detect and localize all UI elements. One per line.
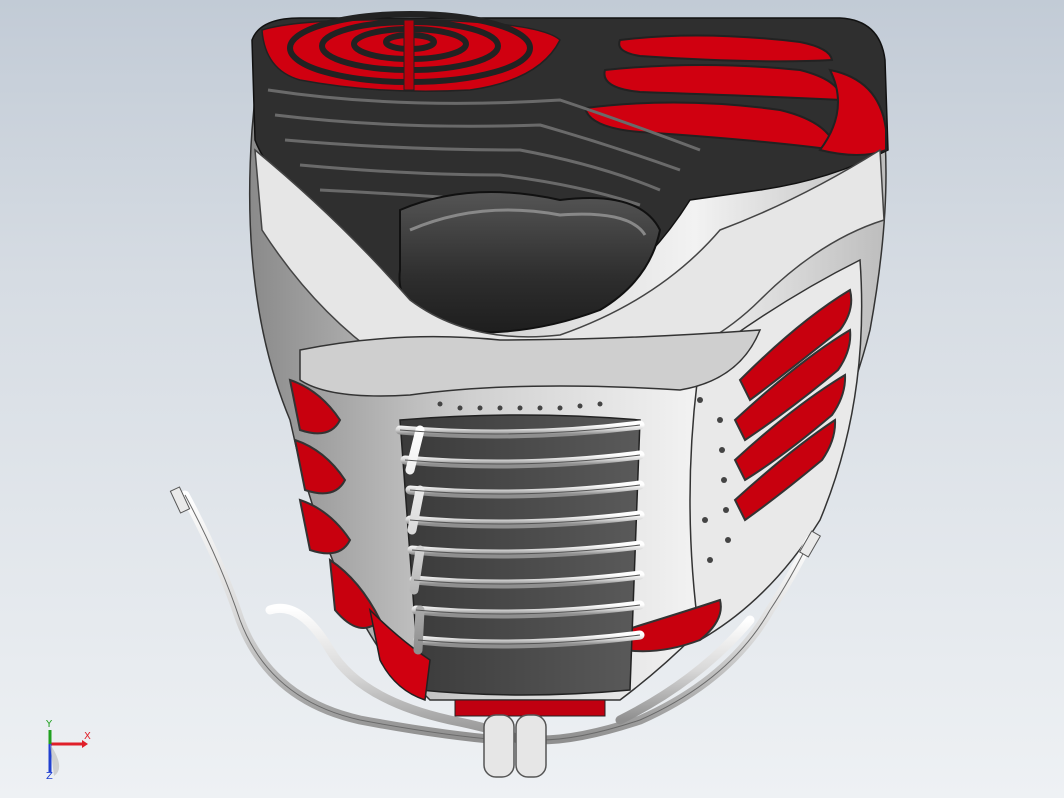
lace-knot — [483, 714, 547, 778]
view-triad: X Y Z — [36, 720, 96, 788]
y-axis-label: Y — [46, 719, 53, 730]
shoe-3d-model[interactable] — [0, 0, 1064, 798]
x-axis-label: X — [84, 731, 91, 742]
graphics-viewport[interactable]: X Y Z — [0, 0, 1064, 798]
toe-label — [454, 699, 606, 717]
z-axis-label: Z — [46, 771, 53, 782]
collar — [299, 329, 762, 397]
